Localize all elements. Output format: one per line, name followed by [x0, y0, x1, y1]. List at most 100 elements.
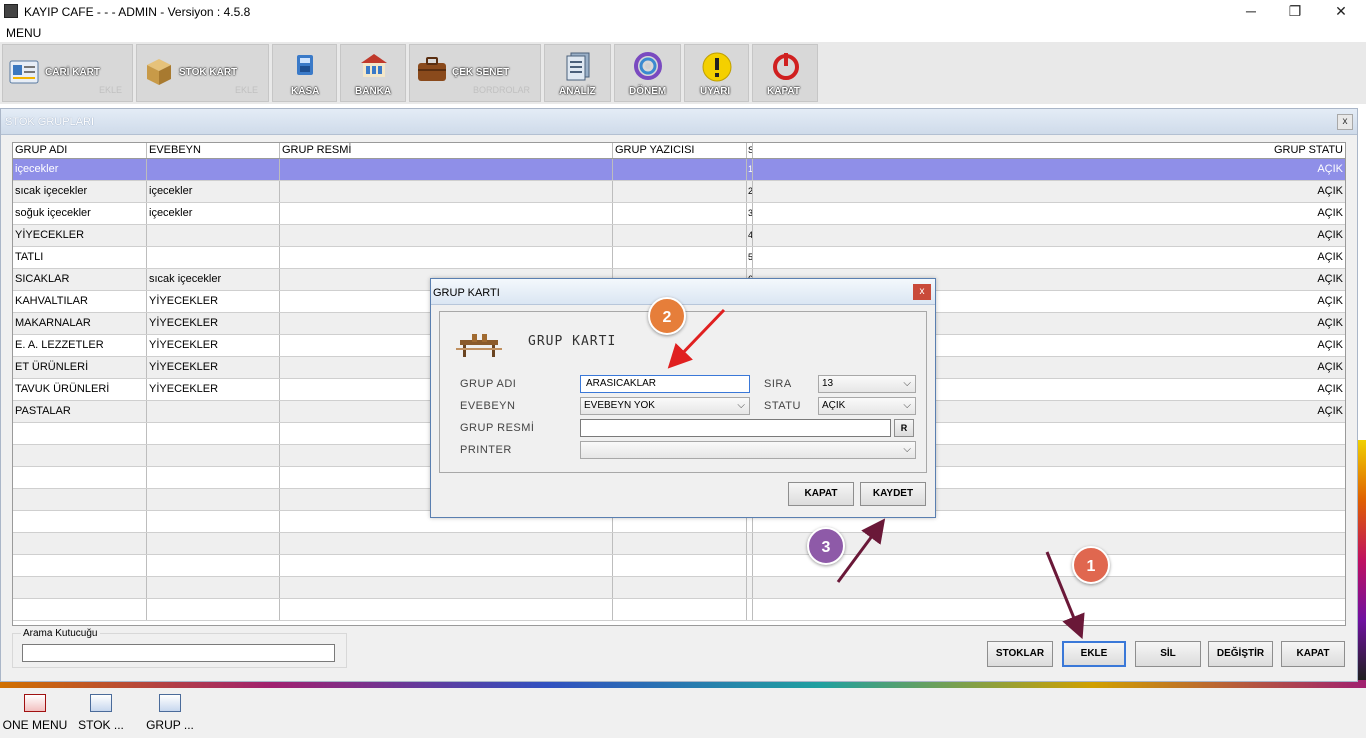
stoklar-button[interactable]: STOKLAR: [987, 641, 1053, 667]
analiz-button[interactable]: ANALİZ: [544, 44, 611, 102]
table-cell: [613, 555, 747, 576]
cari-kart-button[interactable]: CARİ KART EKLE: [2, 44, 133, 102]
kapat-button[interactable]: KAPAT: [1281, 641, 1345, 667]
resim-browse-button[interactable]: R: [894, 419, 914, 437]
chevron-down-icon: ⌵: [737, 400, 745, 411]
search-group: Arama Kutucuğu: [12, 628, 347, 668]
document-stack-icon: [566, 52, 590, 81]
table-row[interactable]: içecekler 1 AÇIK: [13, 159, 1345, 181]
table-cell: [13, 577, 147, 598]
table-cell: içecekler: [147, 203, 280, 224]
stok-gruplari-title: STOK GRUPLARI: [5, 116, 95, 128]
ekle-button[interactable]: EKLE: [1062, 641, 1126, 667]
grup-adi-label: GRUP ADI: [460, 378, 517, 390]
kaydet-button[interactable]: KAYDET: [860, 482, 926, 506]
close-button[interactable]: ✕: [1318, 0, 1364, 24]
table-row[interactable]: YİYECEKLER 4 AÇIK: [13, 225, 1345, 247]
table-cell: [13, 599, 147, 620]
table-row[interactable]: TATLI 5 AÇIK: [13, 247, 1345, 269]
degistir-button[interactable]: DEĞİŞTİR: [1208, 641, 1273, 667]
dialog-kapat-button[interactable]: KAPAT: [788, 482, 854, 506]
statu-select[interactable]: AÇIK ⌵: [818, 397, 916, 415]
taskbar-item-one-menu[interactable]: ONE MENU: [2, 694, 68, 732]
table-cell: [280, 247, 613, 268]
cari-kart-sub: EKLE: [98, 85, 122, 95]
column-header[interactable]: GRUP STATU: [753, 143, 1345, 158]
table-cell: E. A. LEZZETLER: [13, 335, 147, 356]
evebeyn-select[interactable]: EVEBEYN YOK ⌵: [580, 397, 750, 415]
banka-label: BANKA: [355, 86, 392, 97]
id-card-icon: [9, 60, 39, 84]
table-cell: [13, 467, 147, 488]
table-cell: TAVUK ÜRÜNLERİ: [13, 379, 147, 400]
dialog-title: GRUP KARTI: [433, 287, 500, 299]
briefcase-icon: [418, 57, 446, 81]
sil-button[interactable]: SİL: [1135, 641, 1201, 667]
table-cell: sıcak içecekler: [13, 181, 147, 202]
table-cell: [280, 225, 613, 246]
table-row[interactable]: [13, 555, 1345, 577]
taskbar-label: GRUP ...: [146, 718, 194, 732]
table-row[interactable]: soğuk içecekler içecekler 3 AÇIK: [13, 203, 1345, 225]
kapat-toolbar-button[interactable]: KAPAT: [752, 44, 818, 102]
column-header[interactable]: GRUP ADI: [13, 143, 147, 158]
table-cell: [13, 511, 147, 532]
printer-select[interactable]: ⌵: [580, 441, 916, 459]
table-cell: [147, 423, 280, 444]
table-row[interactable]: [13, 577, 1345, 599]
chevron-down-icon: ⌵: [903, 444, 911, 455]
donem-button[interactable]: DÖNEM: [614, 44, 681, 102]
column-header[interactable]: GRUP RESMİ: [280, 143, 613, 158]
table-chairs-icon: [456, 334, 502, 357]
table-cell: [280, 577, 613, 598]
search-input[interactable]: [22, 644, 335, 662]
table-cell: TATLI: [13, 247, 147, 268]
column-header[interactable]: GRUP YAZICISI: [613, 143, 747, 158]
printer-label: PRINTER: [460, 444, 512, 456]
table-row[interactable]: [13, 533, 1345, 555]
minimize-button[interactable]: ─: [1228, 0, 1274, 24]
column-header[interactable]: EVEBEYN: [147, 143, 280, 158]
table-row[interactable]: sıcak içecekler içecekler 2 AÇIK: [13, 181, 1345, 203]
grup-adi-input[interactable]: ARASICAKLAR: [580, 375, 750, 393]
cek-senet-button[interactable]: ÇEK SENET BORDROLAR: [409, 44, 541, 102]
step-2-badge: 2: [648, 297, 686, 335]
maximize-button[interactable]: ❐: [1272, 0, 1318, 24]
chevron-down-icon: ⌵: [903, 378, 911, 389]
table-cell: [613, 181, 747, 202]
table-cell: [147, 533, 280, 554]
table-cell: [147, 401, 280, 422]
power-icon: [773, 53, 799, 80]
close-icon[interactable]: x: [1337, 114, 1353, 130]
table-cell: YİYECEKLER: [147, 335, 280, 356]
table-cell: YİYECEKLER: [147, 379, 280, 400]
grup-resmi-input[interactable]: [580, 419, 891, 437]
menu-window-icon: [24, 694, 46, 712]
kasa-button[interactable]: KASA: [272, 44, 337, 102]
close-icon[interactable]: x: [913, 284, 931, 300]
table-row[interactable]: [13, 599, 1345, 621]
cash-register-icon: [297, 55, 313, 75]
table-cell: [13, 423, 147, 444]
main-toolbar: CARİ KART EKLE STOK KART EKLE KASA BANKA…: [0, 42, 1366, 104]
cari-kart-label: CARİ KART: [45, 67, 100, 78]
banka-button[interactable]: BANKA: [340, 44, 406, 102]
sira-value: 13: [822, 378, 834, 389]
sira-select[interactable]: 13 ⌵: [818, 375, 916, 393]
menu-item[interactable]: MENU: [6, 26, 41, 40]
bank-icon: [361, 54, 387, 77]
table-cell: [13, 445, 147, 466]
taskbar-item-stok[interactable]: STOK ...: [76, 694, 126, 732]
app-icon: [4, 4, 18, 18]
taskbar-item-grup[interactable]: GRUP ...: [144, 694, 196, 732]
table-cell: SICAKLAR: [13, 269, 147, 290]
uyari-button[interactable]: UYARI: [684, 44, 749, 102]
cek-senet-label: ÇEK SENET: [452, 67, 510, 78]
table-cell: [613, 203, 747, 224]
table-cell: AÇIK: [1317, 207, 1343, 219]
table-cell: [280, 599, 613, 620]
table-cell: [280, 533, 613, 554]
chevron-down-icon: ⌵: [903, 400, 911, 411]
table-cell: AÇIK: [1317, 229, 1343, 241]
stok-kart-button[interactable]: STOK KART EKLE: [136, 44, 269, 102]
